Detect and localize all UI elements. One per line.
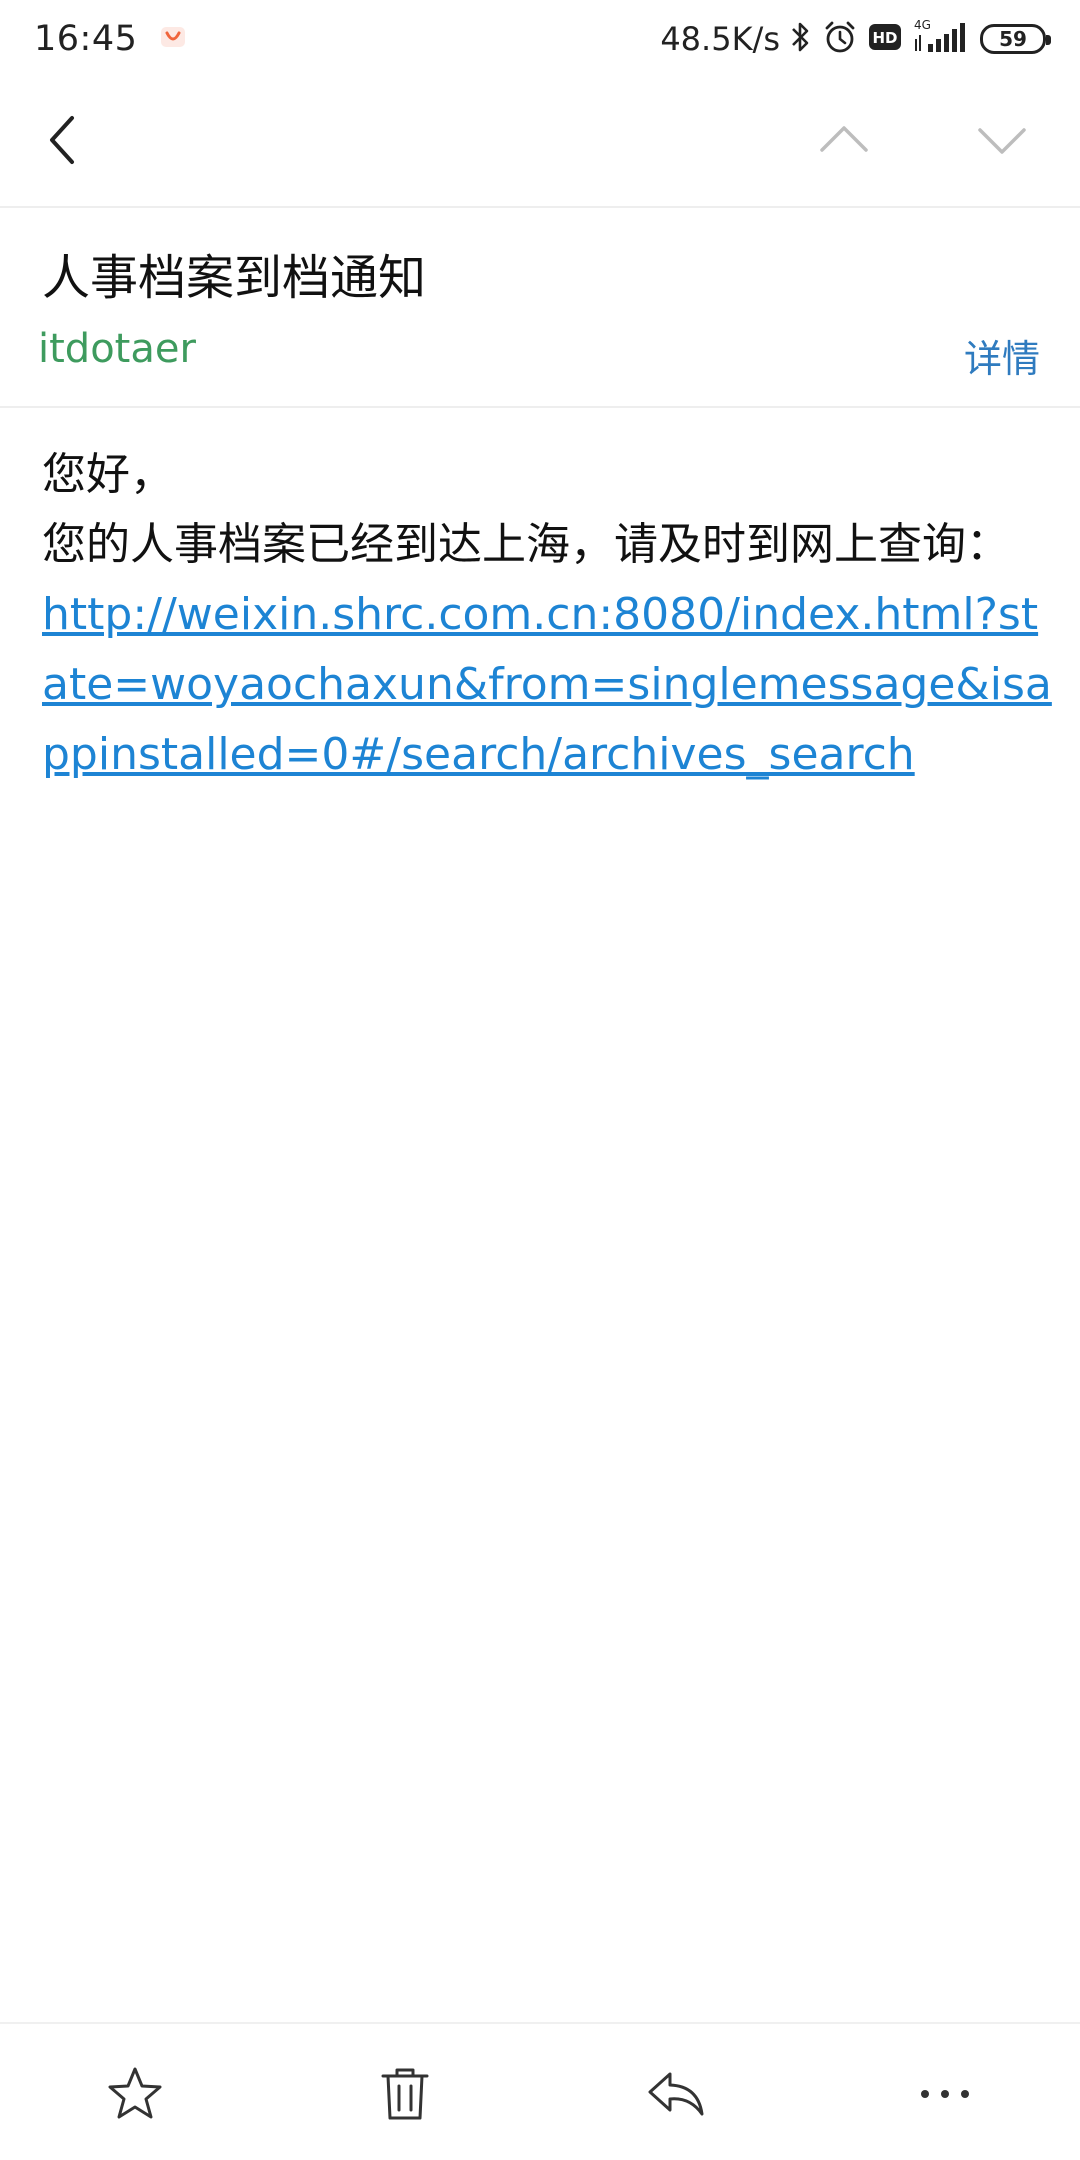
top-nav (0, 78, 1080, 208)
status-bar-left: 16:45 (34, 19, 187, 59)
mail-message: 您的人事档案已经到达上海，请及时到网上查询： (42, 519, 1010, 570)
signal-icon: 4G (912, 17, 970, 61)
reply-icon (648, 2072, 704, 2116)
mail-header: 人事档案到档通知 itdotaer 详情 (0, 208, 1080, 408)
bottom-toolbar (0, 2022, 1080, 2160)
network-speed: 48.5K/s (660, 20, 780, 58)
mail-greeting: 您好， (42, 449, 174, 500)
more-icon (921, 2090, 969, 2098)
hd-label: HD (872, 29, 897, 47)
mail-body: 您好， 您的人事档案已经到达上海，请及时到网上查询： http://weixin… (42, 440, 1052, 790)
battery-icon: 59 (980, 24, 1051, 54)
star-button[interactable] (95, 2054, 175, 2134)
app-notification-icon (159, 23, 187, 55)
delete-button[interactable] (365, 2054, 445, 2134)
next-mail-button[interactable] (962, 100, 1042, 180)
details-button[interactable]: 详情 (964, 328, 1040, 383)
mail-sender[interactable]: itdotaer (38, 326, 196, 372)
back-arrow-icon (50, 116, 74, 164)
more-button[interactable] (905, 2054, 985, 2134)
next-mail-icon (978, 128, 1026, 154)
previous-mail-icon (820, 126, 868, 152)
reply-button[interactable] (636, 2054, 716, 2134)
network-type: 4G (914, 18, 931, 32)
mail-link[interactable]: http://weixin.shrc.com.cn:8080/index.htm… (42, 580, 1052, 790)
star-icon (108, 2067, 162, 2119)
status-bar: 16:45 48.5K/s HD 4G 59 (0, 0, 1080, 78)
back-button[interactable] (22, 100, 102, 180)
alarm-icon (822, 19, 858, 59)
previous-mail-button[interactable] (804, 100, 884, 180)
trash-icon (381, 2068, 429, 2120)
status-time: 16:45 (34, 19, 138, 59)
status-bar-right: 48.5K/s HD 4G 59 (660, 17, 1051, 61)
mail-subject: 人事档案到档通知 (42, 250, 427, 306)
hd-icon: HD (868, 22, 902, 56)
bluetooth-icon (790, 19, 812, 59)
